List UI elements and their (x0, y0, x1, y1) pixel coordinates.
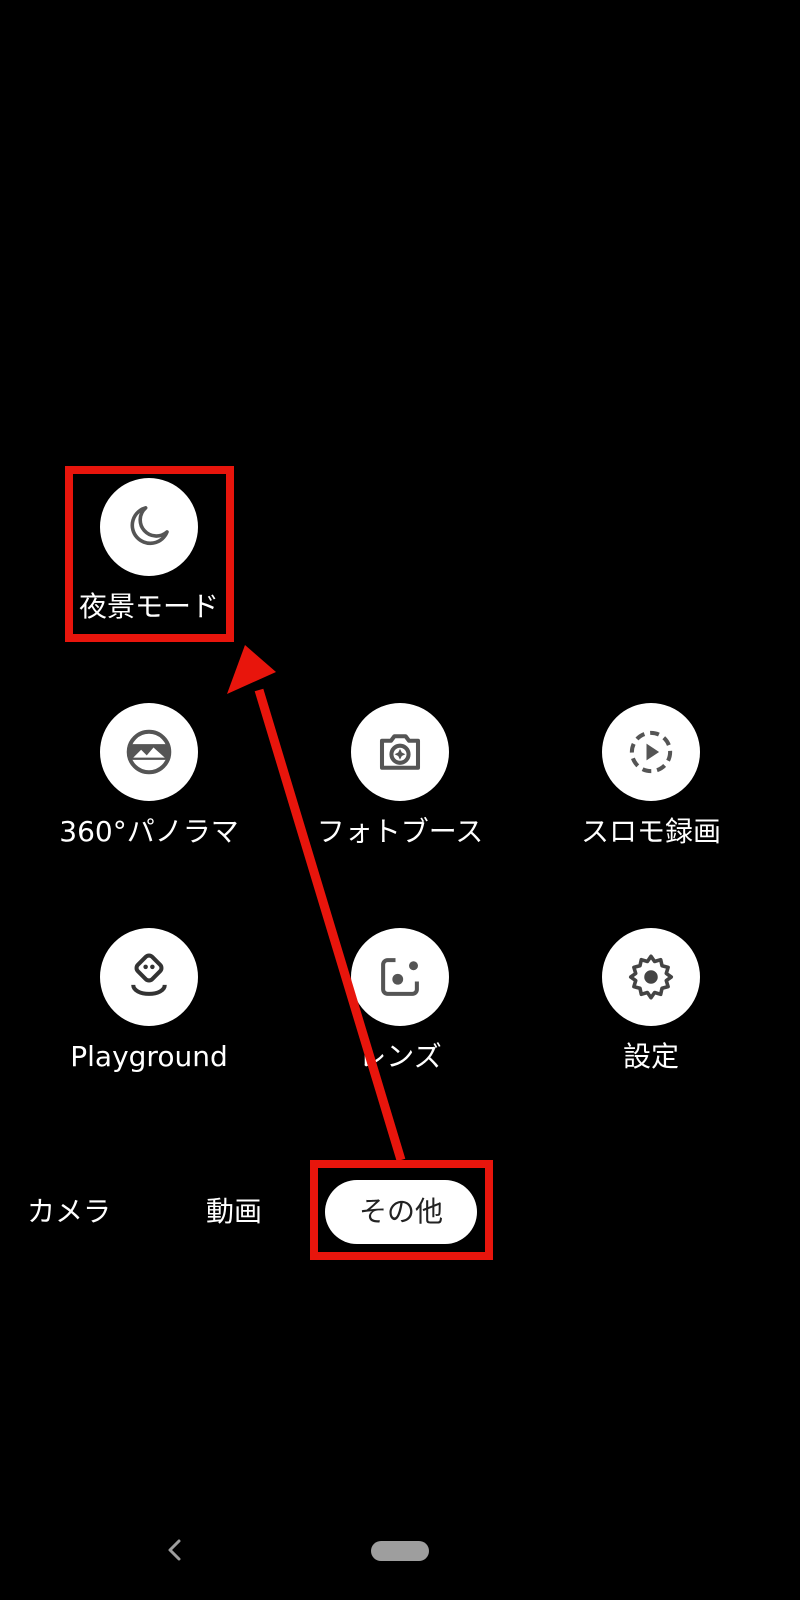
lens-icon-circle[interactable] (351, 928, 449, 1026)
back-chevron-icon[interactable] (162, 1535, 188, 1565)
mode-playground-label: Playground (70, 1040, 228, 1073)
mode-photobooth[interactable]: フォトブース (300, 703, 500, 849)
lens-icon (381, 958, 419, 996)
home-pill-icon[interactable] (371, 1541, 429, 1561)
mode-lens-label: レンズ (358, 1040, 442, 1073)
mode-settings[interactable]: 設定 (551, 928, 751, 1074)
highlight-box-more-tab (310, 1160, 493, 1260)
panorama-360-icon (126, 729, 172, 775)
photobooth-icon-circle[interactable] (351, 703, 449, 801)
mode-lens[interactable]: レンズ (300, 928, 500, 1074)
panorama-360-icon-circle[interactable] (100, 703, 198, 801)
playground-icon (131, 953, 167, 996)
mode-panorama-label: 360°パノラマ (59, 815, 239, 848)
gear-icon-circle[interactable] (602, 928, 700, 1026)
gear-icon (628, 954, 674, 1000)
mode-panorama[interactable]: 360°パノラマ (49, 703, 249, 849)
slow-motion-icon-circle[interactable] (602, 703, 700, 801)
highlight-box-night-mode (65, 466, 234, 642)
mode-slowmo[interactable]: スロモ録画 (551, 703, 751, 849)
photobooth-icon (379, 734, 421, 770)
mode-settings-label: 設定 (622, 1040, 679, 1073)
tab-camera[interactable]: カメラ (27, 1195, 111, 1229)
mode-playground[interactable]: Playground (49, 928, 249, 1074)
tab-video[interactable]: 動画 (206, 1195, 262, 1229)
slow-motion-icon (629, 730, 673, 774)
mode-slowmo-label: スロモ録画 (580, 815, 721, 848)
mode-photobooth-label: フォトブース (316, 815, 484, 848)
playground-icon-circle[interactable] (100, 928, 198, 1026)
